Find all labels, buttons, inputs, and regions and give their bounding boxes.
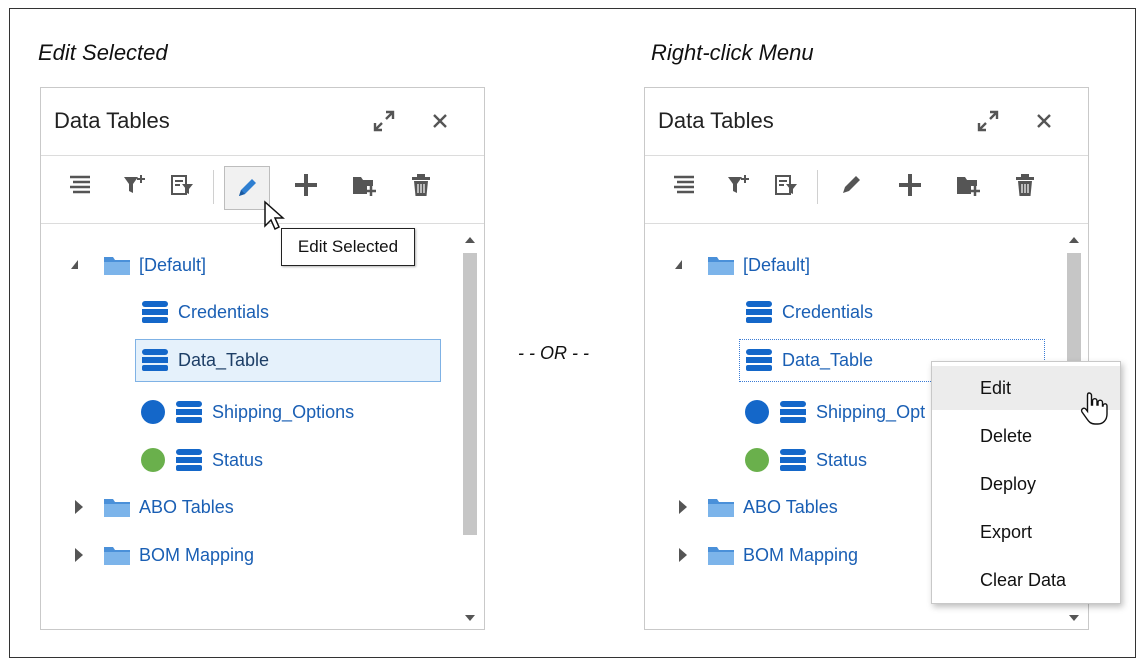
scroll-up-arrow[interactable]	[465, 237, 475, 243]
tree-scrollbar[interactable]	[460, 233, 480, 625]
green-status-dot	[745, 448, 769, 472]
edit-pencil-icon[interactable]	[838, 172, 864, 198]
database-table-icon	[780, 401, 806, 423]
folder-icon	[104, 547, 130, 565]
list-view-icon[interactable]	[67, 172, 93, 198]
close-icon[interactable]	[427, 108, 453, 134]
tree-item-default[interactable]: [Default]	[103, 252, 206, 278]
delete-icon[interactable]	[1012, 172, 1038, 198]
add-icon[interactable]	[293, 172, 319, 198]
tree-item-default[interactable]: [Default]	[707, 252, 810, 278]
tree-item-data-table[interactable]: Data_Table	[745, 347, 873, 373]
tree-item-shipping-options[interactable]: Shipping_Options	[141, 399, 354, 425]
tree-label: Status	[212, 449, 264, 470]
filter-list-icon[interactable]	[773, 172, 799, 198]
header-divider	[41, 155, 484, 156]
delete-icon[interactable]	[408, 172, 434, 198]
left-caption: Edit Selected	[38, 40, 168, 65]
tree-label: Credentials	[178, 301, 270, 322]
database-table-icon	[746, 349, 772, 371]
folder-icon	[708, 257, 734, 275]
edit-pencil-icon[interactable]	[234, 175, 260, 201]
scroll-down-arrow[interactable]	[1069, 615, 1079, 621]
list-view-icon[interactable]	[671, 172, 697, 198]
scroll-up-arrow[interactable]	[1069, 237, 1079, 243]
hand-cursor-icon	[1080, 390, 1108, 426]
tree-item-abo-tables[interactable]: ABO Tables	[707, 494, 838, 520]
menu-item-export[interactable]: Export	[932, 510, 1120, 554]
arrow-cursor-icon	[263, 200, 285, 232]
tree-item-data-table[interactable]: Data_Table	[141, 347, 269, 373]
tree-label: ABO Tables	[743, 496, 838, 517]
database-table-icon	[176, 401, 202, 423]
database-table-icon	[142, 301, 168, 323]
data-tables-panel-left: Data Tables [Default] Credentials Data_T…	[40, 87, 485, 630]
filter-add-icon[interactable]	[121, 172, 147, 198]
folder-icon	[708, 499, 734, 517]
close-icon[interactable]	[1031, 108, 1057, 134]
right-caption: Right-click Menu	[651, 40, 814, 65]
tree-label: BOM Mapping	[743, 544, 859, 565]
green-status-dot	[141, 448, 165, 472]
folder-icon	[104, 499, 130, 517]
add-icon[interactable]	[897, 172, 923, 198]
tree-label: Shipping_Opt	[816, 401, 926, 422]
tree-item-bom-mapping[interactable]: BOM Mapping	[103, 542, 254, 568]
database-table-icon	[780, 449, 806, 471]
blue-status-dot	[141, 400, 165, 424]
tree-label: Data_Table	[178, 349, 270, 370]
menu-item-clear-data[interactable]: Clear Data	[932, 558, 1120, 602]
tree-item-status[interactable]: Status	[745, 447, 867, 473]
panel-title: Data Tables	[54, 108, 170, 133]
tree-item-credentials[interactable]: Credentials	[745, 299, 873, 325]
toolbar-separator	[817, 170, 818, 204]
tree-label: Shipping_Options	[212, 401, 355, 422]
database-table-icon	[142, 349, 168, 371]
tree-label: [Default]	[743, 254, 811, 275]
folder-icon	[708, 547, 734, 565]
database-table-icon	[746, 301, 772, 323]
tree-label: ABO Tables	[139, 496, 234, 517]
add-folder-icon[interactable]	[955, 172, 981, 198]
tree-label: [Default]	[139, 254, 207, 275]
edit-selected-tooltip: Edit Selected	[281, 228, 415, 266]
or-separator: - - OR - -	[518, 343, 589, 363]
collapsed-caret-icon[interactable]	[679, 548, 687, 562]
panel-title: Data Tables	[658, 108, 774, 133]
expanded-caret-icon[interactable]	[675, 260, 682, 269]
expanded-caret-icon[interactable]	[71, 260, 78, 269]
toolbar-separator	[213, 170, 214, 204]
tree-label: Credentials	[782, 301, 874, 322]
toolbar-divider	[645, 223, 1088, 224]
add-folder-icon[interactable]	[351, 172, 377, 198]
filter-list-icon[interactable]	[169, 172, 195, 198]
tree-item-status[interactable]: Status	[141, 447, 263, 473]
scroll-down-arrow[interactable]	[465, 615, 475, 621]
tree-item-bom-mapping[interactable]: BOM Mapping	[707, 542, 858, 568]
collapsed-caret-icon[interactable]	[75, 548, 83, 562]
tree-item-credentials[interactable]: Credentials	[141, 299, 269, 325]
folder-icon	[104, 257, 130, 275]
collapsed-caret-icon[interactable]	[75, 500, 83, 514]
tree-label: Status	[816, 449, 868, 470]
tree-item-abo-tables[interactable]: ABO Tables	[103, 494, 234, 520]
expand-icon[interactable]	[371, 108, 397, 134]
blue-status-dot	[745, 400, 769, 424]
menu-item-deploy[interactable]: Deploy	[932, 462, 1120, 506]
filter-add-icon[interactable]	[725, 172, 751, 198]
collapsed-caret-icon[interactable]	[679, 500, 687, 514]
database-table-icon	[176, 449, 202, 471]
tree-label: BOM Mapping	[139, 544, 255, 565]
tree-item-shipping-options[interactable]: Shipping_Opt	[745, 399, 925, 425]
header-divider	[645, 155, 1088, 156]
tree-label: Data_Table	[782, 349, 874, 370]
expand-icon[interactable]	[975, 108, 1001, 134]
scroll-thumb[interactable]	[463, 253, 477, 535]
